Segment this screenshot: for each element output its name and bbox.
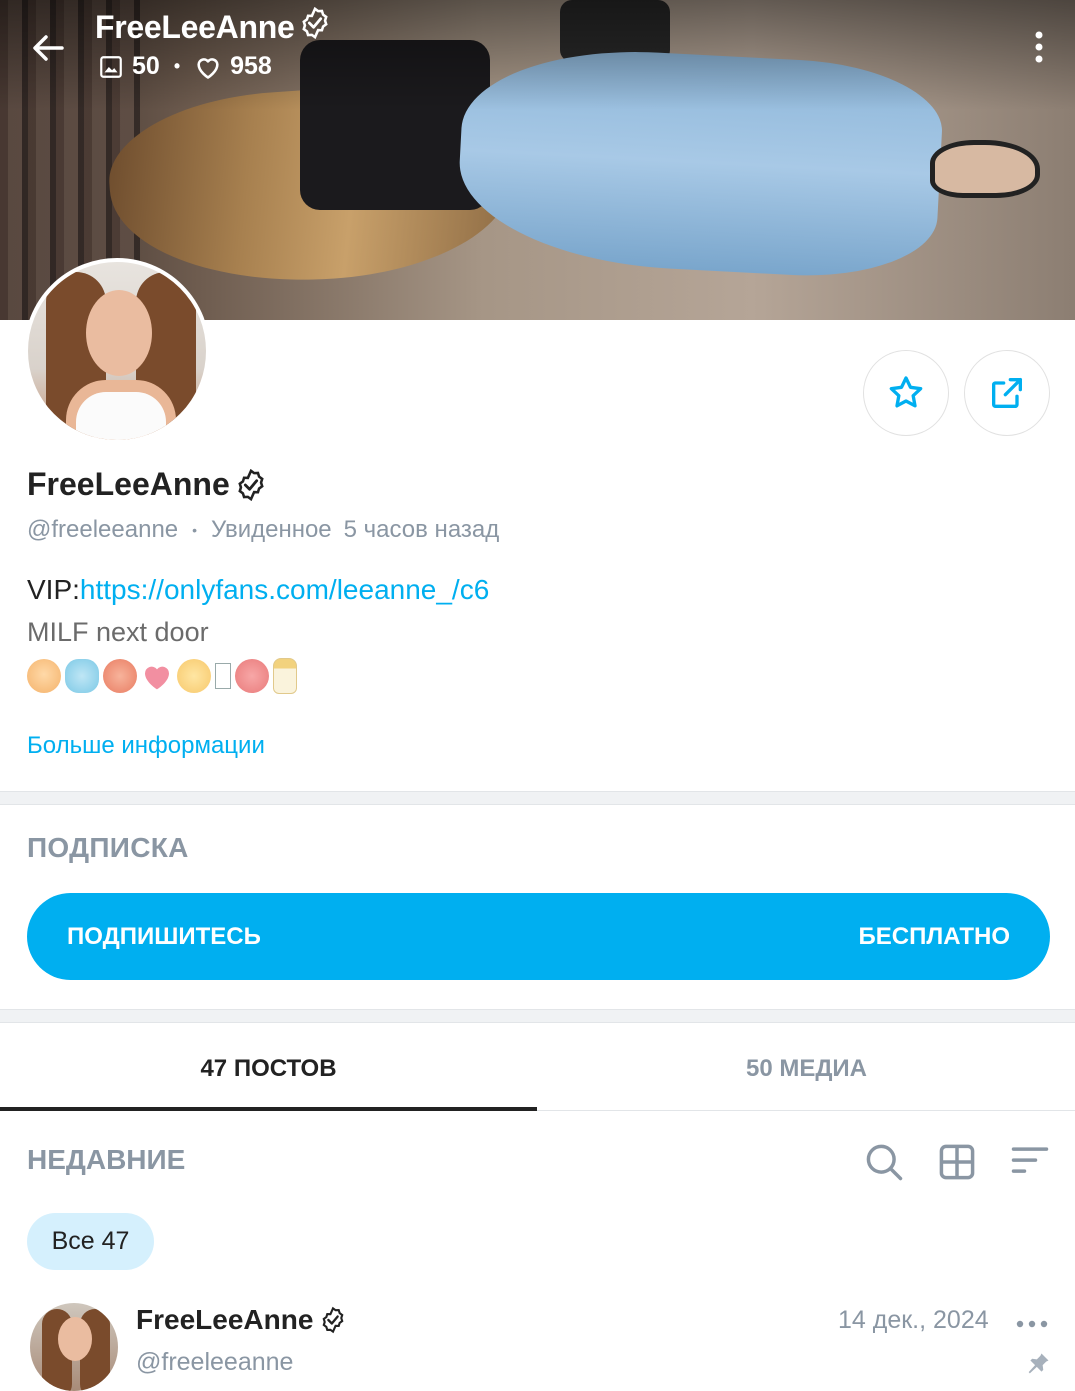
- profile-handle: @freeleeanne: [27, 516, 179, 543]
- bottle-emoji: [273, 658, 297, 694]
- pin-icon: [1024, 1350, 1052, 1378]
- separator-dot: •: [192, 522, 198, 538]
- separator-dot: •: [173, 56, 181, 76]
- share-button[interactable]: [964, 350, 1050, 436]
- profile-avatar[interactable]: [24, 258, 210, 444]
- profile-name-text: FreeLeeAnne: [27, 466, 230, 502]
- search-icon[interactable]: [862, 1140, 906, 1184]
- pacifier-emoji: [65, 659, 99, 693]
- heart-icon: [194, 54, 222, 80]
- missing-glyph: [215, 663, 231, 689]
- section-divider: [0, 791, 1075, 805]
- verified-badge-icon: [298, 6, 332, 48]
- post-author[interactable]: FreeLeeAnne: [136, 1304, 347, 1336]
- subscribe-button-label: ПОДПИШИТЕСЬ: [67, 922, 261, 950]
- post-date: 14 дек., 2024: [838, 1306, 989, 1334]
- more-info-link[interactable]: Больше информации: [27, 732, 265, 760]
- section-divider: [0, 1009, 1075, 1023]
- bio-link[interactable]: https://onlyfans.com/leeanne_/c6: [80, 574, 489, 605]
- subscribe-button[interactable]: ПОДПИШИТЕСЬ БЕСПЛАТНО: [27, 893, 1050, 980]
- favorite-button[interactable]: [863, 350, 949, 436]
- header-title-text: FreeLeeAnne: [95, 8, 295, 45]
- active-tab-indicator: [0, 1107, 537, 1111]
- likes-count: 958: [230, 52, 272, 80]
- seen-time: 5 часов назад: [343, 516, 500, 543]
- seen-label: Увиденное: [211, 516, 332, 543]
- star-icon: [886, 373, 926, 413]
- header-stats: 50 • 958: [98, 52, 272, 81]
- grid-icon[interactable]: [935, 1140, 979, 1184]
- bio-emoji-row: [27, 658, 297, 694]
- recent-section-title: НЕДАВНИЕ: [27, 1144, 186, 1175]
- image-icon: [98, 54, 124, 80]
- more-vertical-icon[interactable]: [1024, 26, 1054, 68]
- post-author-handle: @freeleeanne: [136, 1348, 294, 1376]
- tongue-face-emoji: [177, 659, 211, 693]
- baby-face-emoji: [27, 659, 61, 693]
- filter-chip-all[interactable]: Все 47: [27, 1213, 154, 1270]
- media-count: 50: [132, 52, 160, 80]
- header-title: FreeLeeAnne: [95, 6, 332, 48]
- post-author-avatar[interactable]: [30, 1303, 118, 1391]
- post-author-name: FreeLeeAnne: [136, 1304, 314, 1335]
- tab-media[interactable]: 50 МЕДИА: [538, 1030, 1075, 1108]
- sad-face-emoji: [235, 659, 269, 693]
- subscribe-button-price: БЕСПЛАТНО: [858, 922, 1010, 950]
- profile-meta: @freeleeanne • Увиденное 5 часов назад: [27, 516, 499, 544]
- devil-emoji: [103, 659, 137, 693]
- share-icon: [987, 373, 1027, 413]
- back-arrow-icon[interactable]: [28, 28, 68, 68]
- sort-icon[interactable]: [1008, 1140, 1052, 1184]
- verified-badge-icon: [319, 1306, 347, 1334]
- bio-vip: VIP:https://onlyfans.com/leeanne_/c6: [27, 574, 489, 606]
- subscription-title: ПОДПИСКА: [27, 832, 189, 863]
- more-horizontal-icon[interactable]: [1014, 1312, 1050, 1336]
- tab-posts[interactable]: 47 ПОСТОВ: [0, 1030, 537, 1108]
- heart-emoji: [141, 661, 173, 691]
- bio-line: MILF next door: [27, 617, 209, 647]
- verified-badge-icon: [234, 468, 268, 502]
- bio-prefix: VIP:: [27, 574, 80, 605]
- profile-name: FreeLeeAnne: [27, 466, 268, 503]
